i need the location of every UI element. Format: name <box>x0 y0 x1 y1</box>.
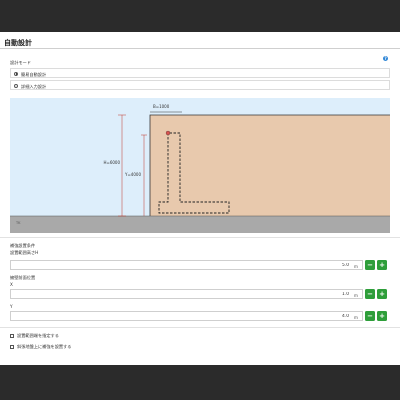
radio-unselected-icon[interactable] <box>14 83 18 88</box>
height-input[interactable] <box>319 262 349 269</box>
design-mode-label: 設計モード <box>10 60 31 65</box>
section-divider <box>0 327 400 328</box>
mode-option-detailed[interactable]: 詳細入力設計 <box>10 80 390 90</box>
position-section-title: 擁壁前面位置 <box>10 275 36 280</box>
specify-range-end-label: 設置範囲端を指定する <box>17 333 59 338</box>
mode-option-simple[interactable]: 簡易自動設計 <box>10 68 390 78</box>
design-preview-diagram: H=6000 Y=4000 B=1000 TK <box>10 98 390 233</box>
x-input[interactable] <box>319 291 349 298</box>
conditions-section-title: 補強設置条件 <box>10 243 36 248</box>
height-field-label: 設置範囲高さH <box>10 250 39 255</box>
slope-ground-label: 斜張地盤上に補強を設置する <box>17 344 72 349</box>
y-field-label: Y <box>10 304 13 309</box>
y-field: m <box>10 311 363 321</box>
anchor-point-marker <box>165 130 171 136</box>
auto-design-dialog: 自動設計 設計モード ? 簡易自動設計 詳細入力設計 H=6000 Y=4000… <box>0 32 400 365</box>
height-increment-button[interactable]: + <box>377 260 387 270</box>
height-field: m <box>10 260 363 270</box>
x-field: m <box>10 289 363 299</box>
title-divider <box>0 48 400 49</box>
y-increment-button[interactable]: + <box>377 311 387 321</box>
width-label: B=1000 <box>153 104 170 109</box>
height-unit: m <box>353 263 358 269</box>
dialog-title: 自動設計 <box>4 39 32 47</box>
slope-ground-checkbox[interactable] <box>10 345 14 349</box>
x-unit: m <box>353 292 358 298</box>
specify-range-end-checkbox[interactable] <box>10 334 14 338</box>
height-label-outer: H=6000 <box>103 160 120 165</box>
height-label-inner: Y=4000 <box>124 172 141 177</box>
x-field-label: X <box>10 282 13 287</box>
radio-selected-icon[interactable] <box>14 71 18 76</box>
x-decrement-button[interactable]: − <box>365 289 375 299</box>
mode-option-label: 詳細入力設計 <box>21 83 47 89</box>
y-input[interactable] <box>319 313 349 320</box>
ground-layer <box>10 216 390 233</box>
backfill-soil <box>150 115 390 216</box>
x-increment-button[interactable]: + <box>377 289 387 299</box>
help-icon[interactable]: ? <box>383 56 388 61</box>
height-decrement-button[interactable]: − <box>365 260 375 270</box>
y-decrement-button[interactable]: − <box>365 311 375 321</box>
y-unit: m <box>353 314 358 320</box>
section-divider <box>0 237 400 238</box>
ground-label: TK <box>15 221 21 225</box>
mode-option-label: 簡易自動設計 <box>21 71 47 77</box>
